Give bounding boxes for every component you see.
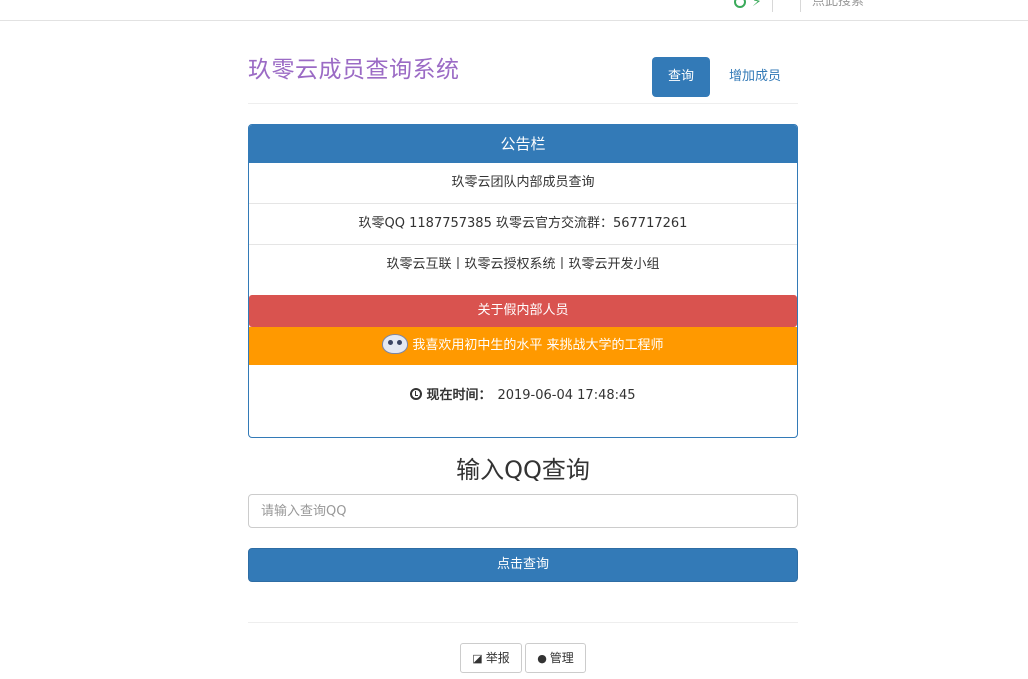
emoji-face-icon xyxy=(382,334,409,354)
notice-heading: 公告栏 xyxy=(249,125,797,163)
motto-text: 我喜欢用初中生的水平 来挑战大学的工程师 xyxy=(412,338,664,353)
chevron-down-icon[interactable]: ﹀ xyxy=(779,0,791,8)
browser-search-hint[interactable]: 点此搜索 xyxy=(812,0,864,10)
notice-line: 玖零QQ 1187757385 玖零云官方交流群：567717261 xyxy=(249,204,797,245)
current-time: 现在时间： 2019-06-04 17:48:45 xyxy=(249,384,797,408)
qq-input[interactable] xyxy=(248,494,798,528)
time-label: 现在时间： xyxy=(426,388,492,403)
eraser-icon: ◪ xyxy=(472,652,483,665)
notice-line: 玖零云团队内部成员查询 xyxy=(249,163,797,204)
manage-label: 管理 xyxy=(549,651,574,665)
lightning-icon[interactable]: ⚡ xyxy=(752,0,762,10)
extension-icon[interactable] xyxy=(734,0,746,8)
fake-member-alert[interactable]: 关于假内部人员 xyxy=(249,295,797,327)
report-button[interactable]: ◪ 举报 xyxy=(460,643,522,673)
clock-icon xyxy=(410,388,423,400)
report-label: 举报 xyxy=(485,651,510,665)
manage-button[interactable]: ● 管理 xyxy=(525,643,586,673)
toolbar-divider xyxy=(772,0,773,12)
user-icon: ● xyxy=(537,652,547,665)
page-title: 玖零云成员查询系统 xyxy=(248,57,460,83)
submit-query-button[interactable]: 点击查询 xyxy=(248,548,798,582)
time-value: 2019-06-04 17:48:45 xyxy=(497,388,636,403)
header-divider xyxy=(248,103,798,104)
motto-banner: 我喜欢用初中生的水平 来挑战大学的工程师 xyxy=(249,327,797,365)
fake-member-alert-text: 关于假内部人员 xyxy=(477,303,569,318)
nav-add-member-link[interactable]: 增加成员 xyxy=(718,57,792,97)
notice-line: 玖零云互联丨玖零云授权系统丨玖零云开发小组 xyxy=(386,257,660,272)
toolbar-divider xyxy=(800,0,801,12)
browser-toolbar: ⚡ ﹀ 点此搜索 xyxy=(0,0,1028,21)
query-heading: 输入QQ查询 xyxy=(456,456,590,484)
nav-query-button[interactable]: 查询 xyxy=(652,57,710,97)
notice-panel: 公告栏 玖零云团队内部成员查询 玖零QQ 1187757385 玖零云官方交流群… xyxy=(248,124,798,438)
footer-divider xyxy=(248,622,798,623)
